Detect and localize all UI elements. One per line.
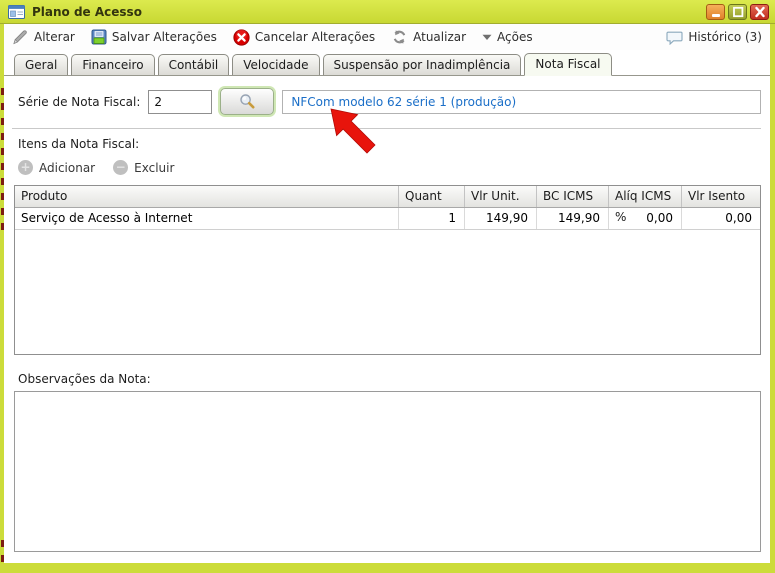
close-button[interactable]: [750, 3, 769, 20]
refresh-icon: [393, 30, 406, 44]
col-produto[interactable]: Produto: [15, 186, 399, 207]
cancelar-button[interactable]: Cancelar Alterações: [233, 28, 376, 46]
observacoes-textarea[interactable]: [14, 391, 761, 552]
tab-contabil[interactable]: Contábil: [157, 54, 230, 75]
tab-geral[interactable]: Geral: [14, 54, 69, 75]
adicionar-label: Adicionar: [39, 160, 96, 175]
window-title: Plano de Acesso: [32, 4, 142, 19]
titlebar: Plano de Acesso: [0, 0, 775, 24]
col-vlr-unit[interactable]: Vlr Unit.: [465, 186, 537, 207]
maximize-button[interactable]: [728, 3, 747, 20]
tab-financeiro[interactable]: Financeiro: [71, 54, 155, 75]
salvar-label: Salvar Alterações: [111, 30, 217, 44]
minus-circle-icon: −: [113, 160, 129, 175]
tab-velocidade[interactable]: Velocidade: [232, 54, 320, 75]
salvar-button[interactable]: Salvar Alterações: [91, 29, 217, 45]
col-aliq-icms[interactable]: Alíq ICMS %: [609, 186, 682, 224]
excluir-label: Excluir: [134, 160, 175, 175]
serie-label: Série de Nota Fiscal:: [18, 94, 141, 109]
chevron-down-icon: [482, 34, 492, 40]
atualizar-button[interactable]: Atualizar: [391, 29, 466, 45]
alterar-label: Alterar: [34, 30, 75, 44]
cell-aliq-icms: 0,00: [609, 208, 682, 229]
separator-line: [12, 128, 761, 129]
save-floppy-icon: [91, 29, 107, 45]
window-form-icon: [8, 4, 25, 19]
cell-quant: 1: [399, 208, 465, 229]
excluir-button[interactable]: − Excluir: [113, 160, 174, 175]
pencil-icon: [13, 30, 27, 45]
toolbar: Alterar Salvar Alterações Cancelar Alter…: [4, 24, 770, 50]
cell-vlr-isento: 0,00: [725, 211, 752, 225]
cell-bc-icms: 149,90: [537, 208, 609, 229]
table-row[interactable]: Serviço de Acesso à Internet 1 149,90 14…: [15, 208, 760, 230]
minimize-icon: [711, 13, 720, 17]
observacoes-label: Observações da Nota:: [18, 372, 151, 386]
nota-fiscal-panel: Série de Nota Fiscal: NFCom modelo 62 sé…: [4, 76, 770, 563]
maximize-icon: [732, 6, 743, 17]
tabstrip: Geral Financeiro Contábil Velocidade Sus…: [4, 50, 770, 76]
col-vlr-isento[interactable]: Vlr Isento: [682, 186, 760, 207]
app-window: Plano de Acesso Alterar Salvar Alteraçõe…: [0, 0, 775, 573]
historico-label: Histórico (3): [688, 30, 762, 44]
alterar-button[interactable]: Alterar: [12, 29, 75, 45]
cancel-icon: [233, 28, 250, 46]
historico-button[interactable]: Histórico (3): [666, 30, 762, 45]
comment-bubble-icon: [666, 31, 683, 45]
acoes-label: Ações: [497, 30, 533, 44]
minimize-button[interactable]: [706, 3, 725, 20]
plus-circle-icon: +: [18, 160, 33, 175]
itens-label: Itens da Nota Fiscal:: [18, 137, 140, 151]
tab-nota-fiscal[interactable]: Nota Fiscal: [524, 53, 612, 76]
search-button[interactable]: [220, 88, 275, 115]
itens-table: Produto Quant Vlr Unit. BC ICMS Alíq ICM…: [14, 185, 761, 355]
close-icon: [754, 6, 765, 17]
cancelar-label: Cancelar Alterações: [254, 30, 376, 44]
acoes-menu-button[interactable]: Ações: [482, 30, 533, 44]
search-icon: [240, 94, 255, 109]
serie-input[interactable]: [148, 89, 213, 114]
serie-description-field[interactable]: NFCom modelo 62 série 1 (produção): [282, 89, 761, 114]
col-quant[interactable]: Quant: [399, 186, 465, 207]
atualizar-label: Atualizar: [413, 30, 467, 44]
cell-vlr-unit: 149,90: [465, 208, 537, 229]
table-header-row: Produto Quant Vlr Unit. BC ICMS Alíq ICM…: [15, 186, 760, 224]
window-body: Alterar Salvar Alterações Cancelar Alter…: [4, 24, 770, 563]
cell-produto: Serviço de Acesso à Internet: [15, 208, 399, 229]
adicionar-button[interactable]: + Adicionar: [18, 160, 95, 175]
tab-suspensao[interactable]: Suspensão por Inadimplência: [322, 54, 522, 75]
col-bc-icms[interactable]: BC ICMS: [537, 186, 609, 207]
